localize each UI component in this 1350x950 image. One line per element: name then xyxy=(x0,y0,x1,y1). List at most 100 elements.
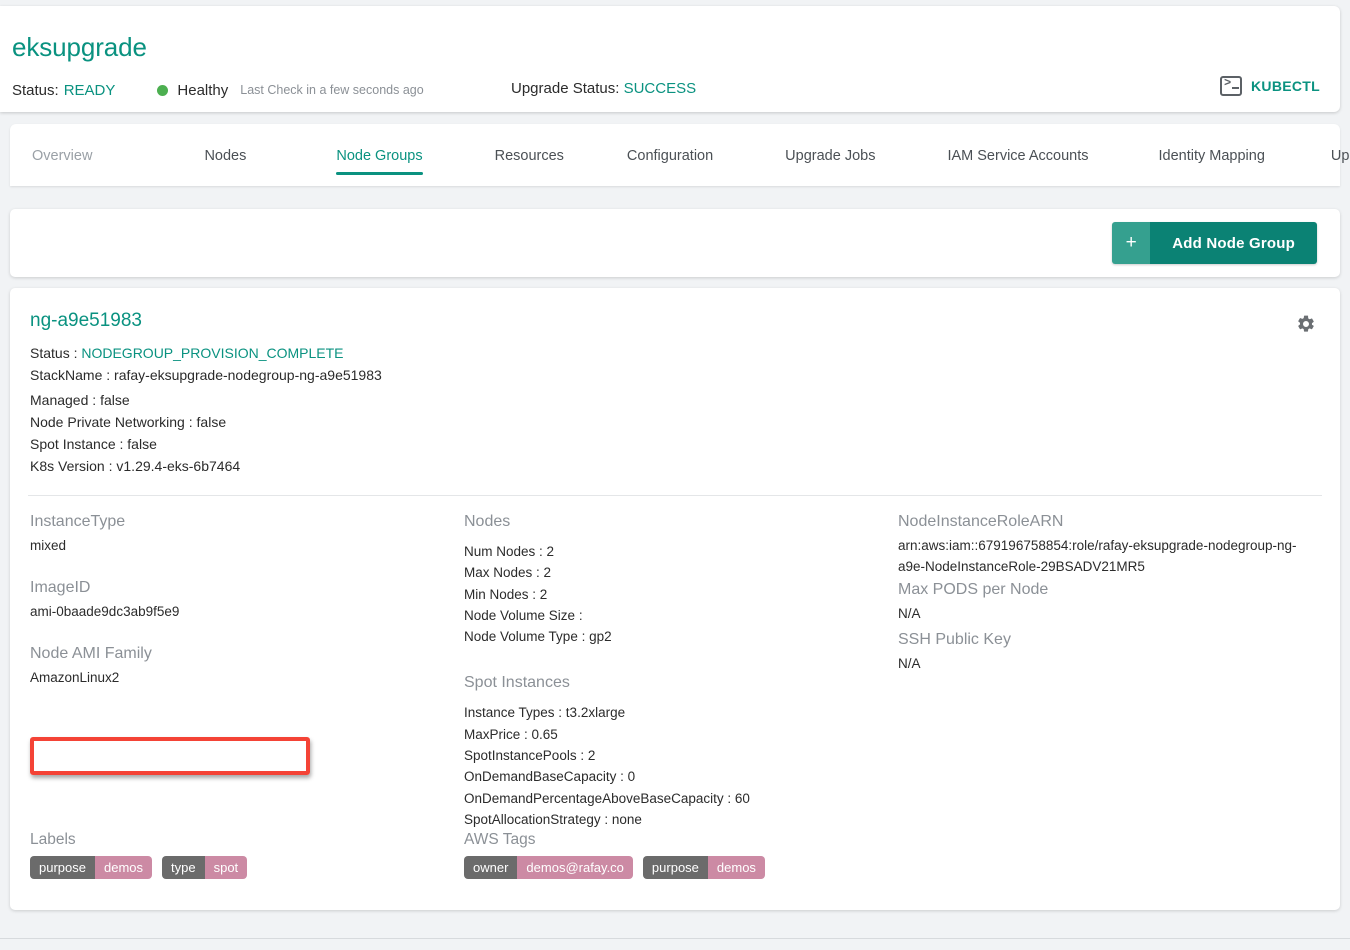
image-id-value: ami-0baade9dc3ab9f5e9 xyxy=(30,604,180,619)
health-indicator: Healthy Last Check in a few seconds ago xyxy=(157,81,424,99)
tab-label: Identity Mapping xyxy=(1158,148,1265,164)
node-detail-row: Max Nodes : 2 xyxy=(464,565,552,581)
ssh-public-key-title: SSH Public Key xyxy=(898,631,1011,648)
node-detail-row: Num Nodes : 2 xyxy=(464,544,555,559)
tab-label: Upgrade Insights xyxy=(1330,148,1350,164)
tag-chip-key: purpose xyxy=(642,856,708,879)
meta-line: K8s Version : v1.29.4-eks-6b7464 xyxy=(30,455,730,477)
tabs-card: Overview Nodes Node Groups Resources Configu… xyxy=(10,124,1350,186)
tab-iam-service-accounts[interactable]: IAM Service Accounts xyxy=(947,124,1088,164)
tab-nodes[interactable]: Nodes xyxy=(204,124,246,164)
spot-detail-row: SpotAllocationStrategy : none xyxy=(464,811,642,827)
tag-chip-value: spot xyxy=(204,856,248,879)
meta-key: StackName : xyxy=(30,367,115,384)
meta-value: rafay-eksupgrade-nodegroup-ng-a9e51983 xyxy=(114,367,382,384)
meta-line: Managed : false xyxy=(30,389,730,411)
tab-identity-mapping[interactable]: Identity Mapping xyxy=(1158,124,1264,164)
cluster-header-card: eksupgrade Status: READY Healthy Last Ch… xyxy=(0,6,1340,112)
meta-value: v1.29.4-eks-6b7464 xyxy=(116,458,241,475)
status-label: Status: xyxy=(12,81,59,99)
labels-chip-row: purpose demos type spot xyxy=(30,856,248,879)
spot-detail-row: Instance Types : t3.2xlarge xyxy=(464,705,626,721)
node-instance-role-arn-title: NodeInstanceRoleARN xyxy=(898,513,1064,530)
aws-tags-chip-row: owner demos@rafay.co purpose demos xyxy=(464,856,765,879)
tab-bar: Overview Nodes Node Groups Resources Configu… xyxy=(10,124,1350,186)
tab-upgrade-insights[interactable]: Upgrade Insights xyxy=(1331,124,1350,164)
meta-value: false xyxy=(127,436,157,453)
meta-line: Node Private Networking : false xyxy=(30,411,730,433)
meta-key: Status : xyxy=(30,345,82,361)
meta-key: Node Private Networking : xyxy=(30,413,197,430)
tag-chip: type spot xyxy=(162,856,248,879)
plus-icon: + xyxy=(1112,222,1151,264)
labels-title: Labels xyxy=(30,831,76,848)
tab-node-groups[interactable]: Node Groups xyxy=(336,124,423,175)
labels-section: Labels purpose demos type spot xyxy=(30,831,248,879)
node-group-card: ng-a9e51983 Status : NODEGROUP_PROVISION… xyxy=(10,288,1340,910)
tag-chip-value: demos@rafay.co xyxy=(517,856,633,879)
tag-chip: purpose demos xyxy=(642,856,765,879)
detail-column-left: InstanceType mixed ImageID ami-0baade9dc… xyxy=(30,512,450,710)
tag-chip-key: owner xyxy=(464,856,518,879)
tag-chip: purpose demos xyxy=(30,856,153,879)
tab-resources[interactable]: Resources xyxy=(495,124,564,164)
node-ami-family-value: AmazonLinux2 xyxy=(30,670,120,685)
aws-tags-section: AWS Tags owner demos@rafay.co purpose demos xyxy=(464,831,765,879)
left-rail xyxy=(0,0,10,950)
tab-label: Resources xyxy=(494,148,564,164)
ssh-public-key-value: N/A xyxy=(898,656,921,671)
tab-configuration[interactable]: Configuration xyxy=(627,124,713,164)
detail-column-right: NodeInstanceRoleARN arn:aws:iam::6791967… xyxy=(898,512,1318,680)
node-detail-row: Min Nodes : 2 xyxy=(464,586,548,602)
gear-icon[interactable] xyxy=(1296,314,1316,334)
toolbar-card: + Add Node Group xyxy=(10,209,1340,277)
nodes-section-title: Nodes xyxy=(464,513,511,530)
meta-line: Status : NODEGROUP_PROVISION_COMPLETE xyxy=(30,342,730,364)
meta-key: K8s Version : xyxy=(30,458,117,475)
meta-key: Spot Instance : xyxy=(30,436,128,453)
meta-value: false xyxy=(196,413,227,430)
node-group-name[interactable]: ng-a9e51983 xyxy=(30,310,142,332)
spot-detail-row: OnDemandBaseCapacity : 0 xyxy=(464,769,636,785)
upgrade-status-label: Upgrade Status: xyxy=(511,80,620,97)
tag-chip-key: type xyxy=(162,856,205,879)
upgrade-status-value: SUCCESS xyxy=(623,80,697,97)
meta-key: Managed : xyxy=(30,391,101,408)
tag-chip-key: purpose xyxy=(30,856,95,879)
tab-label: Overview xyxy=(32,148,93,164)
max-pods-value: N/A xyxy=(898,606,921,621)
terminal-icon xyxy=(1220,76,1243,96)
spot-detail-row: MaxPrice : 0.65 xyxy=(464,726,558,742)
instance-type-title: InstanceType xyxy=(30,513,126,530)
tag-chip: owner demos@rafay.co xyxy=(464,856,633,879)
spot-instances-rows: Instance Types : t3.2xlarge MaxPrice : 0.… xyxy=(464,702,884,830)
tab-label: IAM Service Accounts xyxy=(947,148,1089,164)
health-text: Healthy xyxy=(177,81,229,99)
card-divider xyxy=(28,495,1322,496)
status-row: Status: READY Healthy Last Check in a fe… xyxy=(12,78,424,102)
instance-type-value: mixed xyxy=(30,538,67,553)
page-title: eksupgrade xyxy=(12,32,147,62)
kubectl-label: KUBECTL xyxy=(1251,78,1320,94)
node-ami-family-title: Node AMI Family xyxy=(30,645,152,662)
tab-upgrade-jobs[interactable]: Upgrade Jobs xyxy=(785,124,875,164)
node-group-meta-list: Status : NODEGROUP_PROVISION_COMPLETE Sta… xyxy=(30,342,730,478)
page-root: eksupgrade Status: READY Healthy Last Ch… xyxy=(0,0,1350,950)
kubectl-button[interactable]: KUBECTL xyxy=(1220,76,1320,96)
tab-label: Upgrade Jobs xyxy=(785,148,876,164)
k8s-version-highlight-annotation xyxy=(30,737,310,775)
spot-instances-section-title: Spot Instances xyxy=(464,674,570,692)
add-node-group-button[interactable]: + Add Node Group xyxy=(1112,222,1317,264)
meta-value: false xyxy=(100,391,130,408)
add-node-group-label: Add Node Group xyxy=(1150,222,1317,264)
upgrade-status: Upgrade Status: SUCCESS xyxy=(511,80,696,97)
tag-chip-value: demos xyxy=(94,856,153,879)
detail-column-middle: Nodes Num Nodes : 2 Max Nodes : 2 Min Node… xyxy=(464,512,884,830)
nodes-rows: Num Nodes : 2 Max Nodes : 2 Min Nodes : 2 N… xyxy=(464,541,884,647)
tab-overview[interactable]: Overview xyxy=(32,124,92,164)
tab-label: Node Groups xyxy=(336,148,423,164)
max-pods-title: Max PODS per Node xyxy=(898,581,1049,598)
meta-line: StackName : rafay-eksupgrade-nodegroup-n… xyxy=(30,364,730,386)
tag-chip-value: demos xyxy=(707,856,765,879)
image-id-title: ImageID xyxy=(30,579,91,596)
